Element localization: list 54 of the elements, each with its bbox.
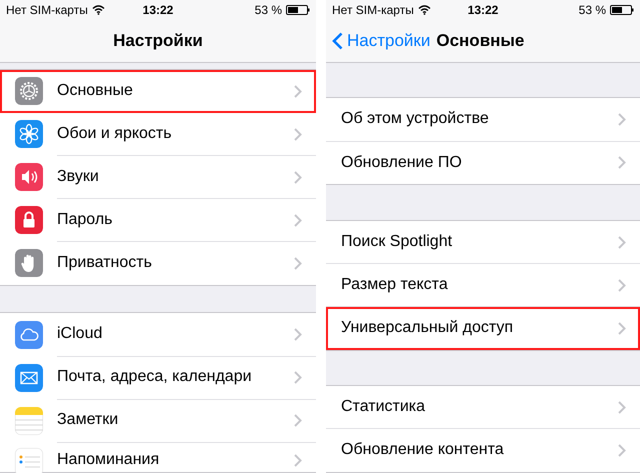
chevron-icon: [618, 400, 626, 414]
settings-row[interactable]: Универсальный доступ: [326, 306, 640, 350]
chevron-icon: [294, 214, 302, 227]
settings-row[interactable]: iCloud: [0, 313, 316, 356]
speaker-icon: [15, 163, 43, 192]
chevron-icon: [618, 444, 626, 457]
settings-row[interactable]: Об этом устройстве: [326, 98, 640, 142]
back-button[interactable]: Настройки: [332, 31, 430, 51]
wifi-icon: [92, 5, 105, 15]
chevron-icon: [618, 322, 626, 335]
chevron-icon: [294, 256, 302, 270]
settings-row[interactable]: Обновление ПО: [326, 141, 640, 184]
battery-label: 53 %: [578, 3, 606, 17]
battery-label: 53 %: [254, 3, 282, 17]
battery-icon: [610, 5, 634, 15]
carrier-label: Нет SIM-карты: [332, 3, 414, 17]
settings-row[interactable]: Заметки: [0, 399, 316, 442]
back-chevron-icon: [332, 32, 343, 50]
settings-row[interactable]: Пароль: [0, 198, 316, 242]
chevron-icon: [294, 128, 302, 141]
flower-icon: [15, 120, 43, 148]
chevron-icon: [618, 113, 626, 126]
settings-row[interactable]: Статистика: [326, 386, 640, 429]
clock-label: 13:22: [142, 3, 174, 17]
hand-icon: [15, 249, 43, 278]
chevron-icon: [618, 236, 626, 249]
chevron-icon: [294, 328, 302, 341]
gear-icon: [15, 77, 43, 106]
notepad-icon: [15, 406, 43, 434]
chevron-icon: [294, 371, 302, 384]
carrier-label: Нет SIM-карты: [6, 3, 88, 17]
screen-title: Основные: [436, 31, 524, 51]
chevron-icon: [294, 170, 302, 184]
settings-row[interactable]: Обновление контента: [326, 428, 640, 472]
settings-row[interactable]: Поиск Spotlight: [326, 220, 640, 264]
chevron-icon: [294, 84, 302, 98]
cloud-icon: [15, 320, 43, 348]
clock-label: 13:22: [468, 3, 498, 17]
settings-row[interactable]: Основные: [0, 70, 316, 113]
chevron-icon: [294, 414, 302, 427]
lock-icon: [15, 206, 43, 234]
wifi-icon: [418, 5, 431, 15]
screen-title: Настройки: [113, 31, 203, 51]
settings-row[interactable]: Приватность: [0, 242, 316, 285]
settings-row[interactable]: Обои и яркость: [0, 112, 316, 156]
settings-row[interactable]: Звуки: [0, 156, 316, 199]
chevron-icon: [294, 454, 302, 467]
envelope-icon: [15, 364, 43, 392]
chevron-icon: [618, 156, 626, 170]
settings-row[interactable]: Напоминания: [0, 442, 316, 472]
chevron-icon: [618, 278, 626, 292]
settings-row[interactable]: Размер текста: [326, 264, 640, 307]
battery-icon: [286, 5, 310, 15]
settings-row[interactable]: Почта, адреса, календари: [0, 356, 316, 399]
